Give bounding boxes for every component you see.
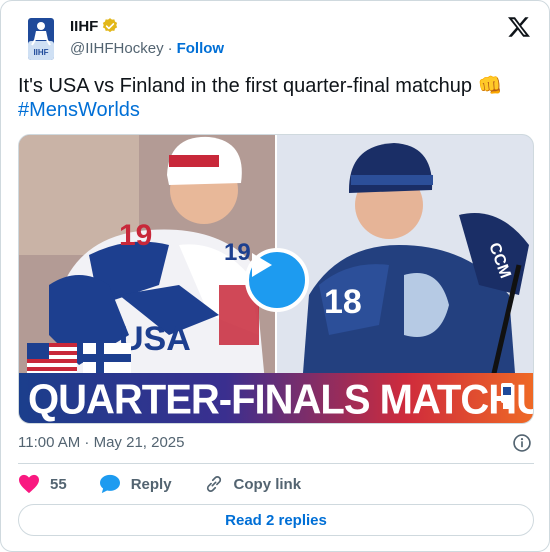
author-avatar[interactable]: IIHF (17, 15, 65, 63)
usa-flag-icon (27, 343, 77, 373)
banner-title: QUARTER-FINALS MATCHUP (28, 376, 534, 424)
copy-link-label: Copy link (233, 475, 302, 493)
iihf-logo-icon: IIHF (28, 18, 54, 60)
svg-text:IIHF: IIHF (33, 48, 48, 57)
tweet-body: It's USA vs Finland in the first quarter… (18, 75, 503, 97)
like-count: 55 (50, 475, 67, 493)
author-name[interactable]: IIHF (70, 18, 98, 35)
follow-link[interactable]: Follow (177, 40, 225, 57)
tweet-card: IIHF IIHF @IIHFHockey · Follow It's USA … (0, 0, 550, 552)
author-handle[interactable]: @IIHFHockey (70, 40, 164, 57)
handle-separator: · (167, 40, 173, 57)
info-icon[interactable] (512, 433, 532, 453)
x-logo-icon[interactable] (507, 15, 531, 39)
verified-badge-icon (103, 18, 118, 33)
tweet-text: It's USA vs Finland in the first quarter… (18, 74, 534, 122)
play-icon (252, 253, 272, 277)
reply-label: Reply (130, 475, 172, 493)
tweet-timestamp[interactable]: 11:00 AM · May 21, 2025 (18, 434, 185, 451)
hashtag-link[interactable]: #MensWorlds (18, 98, 534, 122)
svg-text:19: 19 (224, 239, 251, 266)
play-button[interactable] (245, 248, 309, 312)
heart-icon (19, 474, 39, 494)
worlds-trophy-icon (501, 383, 513, 409)
copy-link-button[interactable]: Copy link (204, 474, 302, 494)
action-bar: 55 Reply Copy link (18, 473, 333, 495)
left-jersey-number: 19 (119, 219, 152, 252)
finland-flag-icon (83, 343, 131, 373)
reply-button[interactable]: Reply (99, 474, 172, 494)
right-jersey-number: 18 (324, 283, 362, 321)
video-thumbnail[interactable]: 19 19 USA CCM 18 QUARTER-FINALS MATCHUP (18, 134, 534, 424)
divider (18, 463, 534, 464)
read-replies-button[interactable]: Read 2 replies (18, 504, 534, 536)
reply-bubble-icon (99, 474, 120, 494)
like-button[interactable]: 55 (18, 474, 67, 494)
link-icon (206, 476, 221, 492)
